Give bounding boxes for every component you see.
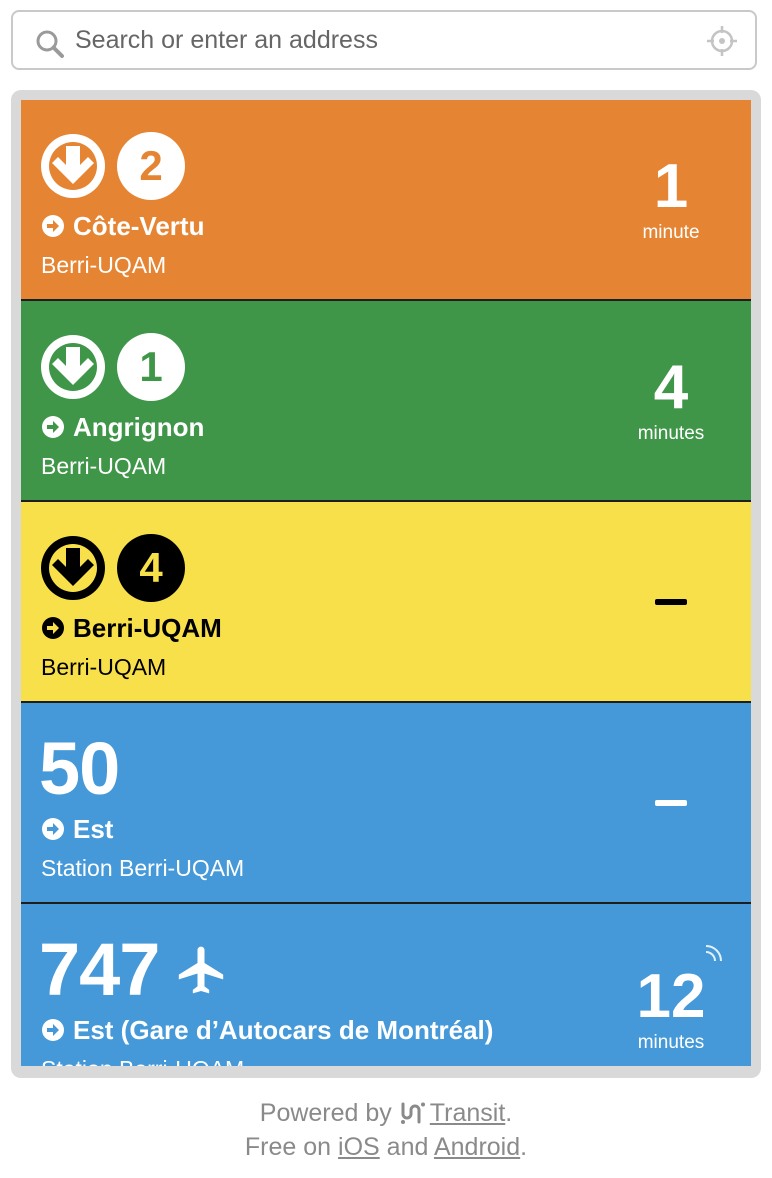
search-icon: [36, 30, 64, 58]
departure-row-bus-747[interactable]: 747 Est (Gare d’Autocars de Montréal) St…: [21, 904, 751, 1066]
departure-row-bus-50[interactable]: 50 Est Station Berri-UQAM: [21, 703, 751, 904]
no-eta-dash: [655, 599, 687, 605]
transit-link[interactable]: Transit: [430, 1099, 505, 1127]
search-bar[interactable]: [11, 10, 757, 70]
eta: 12 minutes: [611, 962, 731, 1054]
badges: 1: [39, 333, 185, 401]
no-eta-dash: [655, 800, 687, 806]
free-on-text: Free on: [244, 1133, 332, 1161]
line-number-badge: 1: [117, 333, 185, 401]
search-input[interactable]: [75, 20, 675, 60]
direction-label: Angrignon: [73, 412, 205, 442]
free-on-line: Free on iOS and Android.: [0, 1130, 772, 1164]
punctuation: .: [505, 1099, 513, 1127]
crosshair-locate-icon[interactable]: [705, 24, 739, 58]
departure-row-metro-1[interactable]: 1 Angrignon Berri-UQAM 4 minutes: [21, 301, 751, 502]
direction: Angrignon: [41, 411, 204, 443]
stop-name: Berri-UQAM: [41, 252, 167, 278]
eta-value: 4: [653, 353, 689, 422]
departure-row-metro-4[interactable]: 4 Berri-UQAM Berri-UQAM: [21, 502, 751, 703]
powered-by-line: Powered by Transit.: [0, 1096, 772, 1130]
metro-logo-icon: [41, 335, 105, 399]
direction-label: Est: [73, 814, 114, 844]
eta: 1 minute: [611, 152, 731, 244]
powered-by-text: Powered by: [259, 1099, 392, 1127]
line-number-badge: 4: [117, 534, 185, 602]
badges: 2: [39, 132, 185, 200]
transit-logo-icon: [400, 1102, 425, 1124]
direction: Côte-Vertu: [41, 210, 204, 242]
stop-name: Station Berri-UQAM: [41, 855, 245, 881]
badges: 4: [39, 534, 185, 602]
departure-row-metro-2[interactable]: 2 Côte-Vertu Berri-UQAM 1 minute: [21, 100, 751, 301]
direction-label: Côte-Vertu: [73, 211, 205, 241]
direction: Est (Gare d’Autocars de Montréal): [41, 1014, 493, 1046]
direction-label: Berri-UQAM: [73, 613, 222, 643]
stop-name: Berri-UQAM: [41, 453, 167, 479]
route-number: 747: [39, 930, 229, 1010]
eta-unit: minute: [642, 222, 700, 243]
arrow-right-icon: [42, 1019, 64, 1041]
stop-name: Berri-UQAM: [41, 654, 167, 680]
android-link[interactable]: Android: [434, 1133, 520, 1161]
eta-unit: minutes: [637, 423, 705, 444]
stop-name: Station Berri-UQAM: [41, 1054, 244, 1066]
arrow-right-icon: [42, 818, 64, 840]
metro-logo-icon: [41, 134, 105, 198]
direction: Est: [41, 813, 113, 845]
and-text: and: [386, 1133, 429, 1161]
route-number-label: 50: [39, 727, 120, 810]
route-number: 50: [39, 727, 120, 810]
punctuation: .: [520, 1133, 528, 1161]
departures-list[interactable]: 2 Côte-Vertu Berri-UQAM 1 minute 1 Angri…: [21, 100, 751, 1066]
eta-value: 1: [653, 152, 689, 221]
direction: Berri-UQAM: [41, 612, 222, 644]
direction-label: Est (Gare d’Autocars de Montréal): [73, 1015, 494, 1045]
arrow-right-icon: [42, 215, 64, 237]
departures-panel: 2 Côte-Vertu Berri-UQAM 1 minute 1 Angri…: [11, 90, 761, 1078]
eta-value: 12: [636, 962, 706, 1031]
arrow-right-icon: [42, 416, 64, 438]
metro-logo-icon: [41, 536, 105, 600]
line-number-badge: 2: [117, 132, 185, 200]
eta: 4 minutes: [611, 353, 731, 445]
eta-unit: minutes: [637, 1032, 705, 1053]
arrow-right-icon: [42, 617, 64, 639]
ios-link[interactable]: iOS: [338, 1133, 380, 1161]
airplane-icon: [179, 946, 224, 994]
footer: Powered by Transit. Free on iOS and Andr…: [0, 1096, 772, 1164]
realtime-signal-icon: [705, 945, 722, 962]
route-number-label: 747: [39, 928, 160, 1011]
